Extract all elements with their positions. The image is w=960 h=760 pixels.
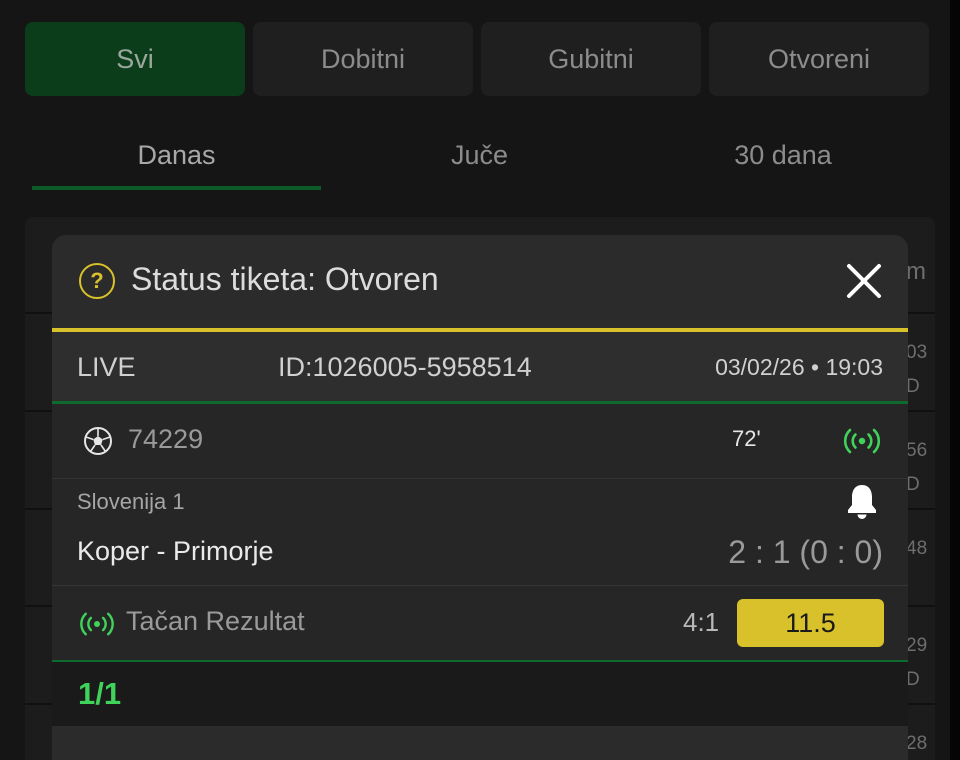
tab-30-days[interactable]: 30 dana xyxy=(638,118,928,193)
ticket-status-modal: ? Status tiketa: Otvoren LIVE ID:1026005… xyxy=(52,235,908,760)
modal-header: ? Status tiketa: Otvoren xyxy=(52,235,908,329)
question-circle-icon[interactable]: ? xyxy=(79,263,115,299)
list-item-peek: 28 xyxy=(906,733,928,754)
tab-today[interactable]: Danas xyxy=(32,118,321,193)
soccer-ball-icon xyxy=(84,427,112,455)
filter-all-button[interactable]: Svi xyxy=(25,22,245,96)
match-minute: 72' xyxy=(732,426,761,451)
selection-count: 1/1 xyxy=(78,676,122,711)
match-code: 74229 xyxy=(128,424,204,454)
status-filter-bar: Svi Dobitni Gubitni Otvoreni xyxy=(25,22,929,96)
list-item-peek: D xyxy=(906,376,920,397)
list-item-peek: 03 xyxy=(906,342,928,363)
selection-market: Tačan Rezultat xyxy=(126,606,305,636)
ticket-datetime: 03/02/26 • 19:03 xyxy=(715,354,883,380)
match-teams: Koper - Primorje xyxy=(77,536,274,566)
filter-won-button[interactable]: Dobitni xyxy=(253,22,473,96)
match-score: 2 : 1 (0 : 0) xyxy=(728,534,883,570)
live-broadcast-icon xyxy=(843,428,881,454)
league-name: Slovenija 1 xyxy=(77,489,185,514)
close-icon[interactable] xyxy=(844,261,884,301)
ticket-info-bar: LIVE ID:1026005-5958514 03/02/26 • 19:03 xyxy=(52,332,908,401)
match-code-row: 74229 72' xyxy=(52,404,908,479)
list-item-peek: D xyxy=(906,474,920,495)
tab-yesterday[interactable]: Juče xyxy=(335,118,624,193)
list-item-peek: D xyxy=(906,669,920,690)
list-item-peek: 29 xyxy=(906,635,928,656)
selection-pick: 4:1 xyxy=(683,607,720,637)
ticket-footer: 1/1 xyxy=(52,662,908,726)
bell-icon[interactable] xyxy=(842,481,882,521)
ticket-type: LIVE xyxy=(77,352,136,382)
active-tab-indicator xyxy=(32,186,321,190)
ticket-id: ID:1026005-5958514 xyxy=(278,352,532,382)
scrollbar-track[interactable] xyxy=(950,0,960,760)
list-header-peek: m xyxy=(906,258,926,285)
selection-row: Tačan Rezultat 4:1 11.5 xyxy=(52,586,908,660)
modal-bottom-strip xyxy=(52,726,908,760)
live-broadcast-icon xyxy=(80,612,114,636)
filter-open-button[interactable]: Otvoreni xyxy=(709,22,929,96)
list-item-peek: 56 xyxy=(906,440,928,461)
odds-badge[interactable]: 11.5 xyxy=(737,599,884,647)
modal-title: Status tiketa: Otvoren xyxy=(131,261,439,297)
period-tabs: Danas Juče 30 dana xyxy=(25,118,935,193)
filter-lost-button[interactable]: Gubitni xyxy=(481,22,701,96)
list-item-peek: 48 xyxy=(906,538,928,559)
